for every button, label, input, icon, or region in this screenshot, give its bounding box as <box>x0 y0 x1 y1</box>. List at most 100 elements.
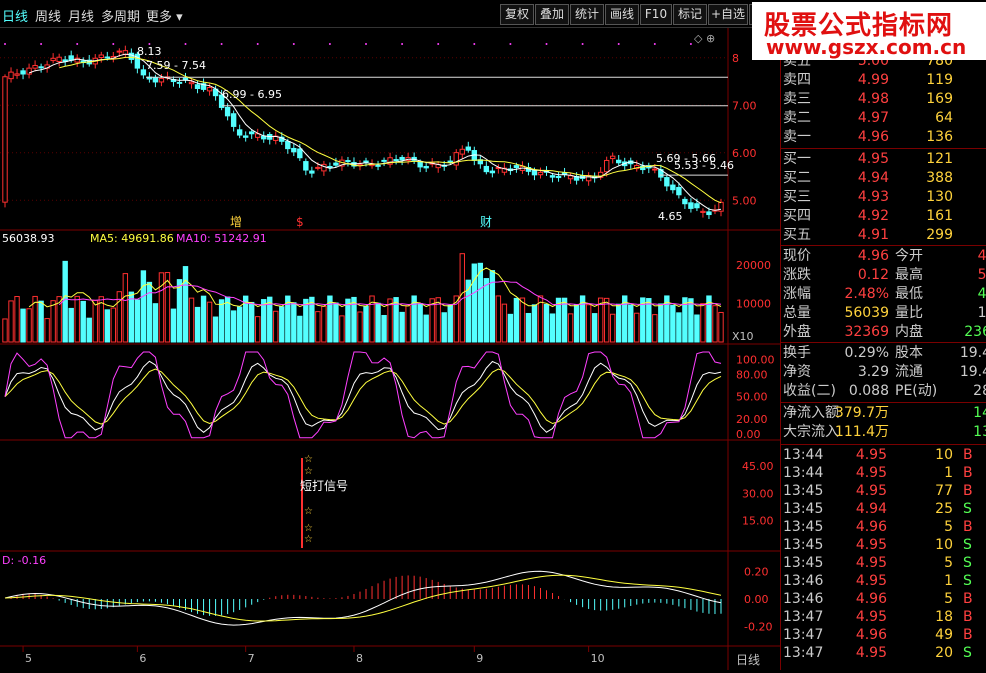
ask-row: 卖二 4.97 64 <box>781 109 986 128</box>
volume-bar <box>417 303 423 343</box>
flow-extra: 13 <box>973 424 986 440</box>
candle-body <box>417 161 423 168</box>
event-dot <box>437 43 440 45</box>
volume-bar <box>230 310 237 343</box>
signal-star-icon: ☆ <box>304 454 313 465</box>
volume-bar <box>603 297 610 343</box>
volume-bar <box>74 295 80 343</box>
candle-body <box>14 73 20 76</box>
menu-weekly[interactable]: 周线 <box>35 6 61 25</box>
volume-bar <box>628 304 634 343</box>
chart-area[interactable]: ☆ ☆ ☆ ☆ ☆ 8 7.00 6.00 5.00 20000 10000 100.00 80.00… <box>0 28 780 670</box>
legend-volume: 56038.93 <box>2 232 55 245</box>
volume-bar <box>297 315 303 343</box>
candle-body <box>38 66 44 69</box>
signal-y-tick: 15.00 <box>742 515 774 528</box>
volume-bar <box>206 301 213 343</box>
stat-row: 涨幅 2.48% 最低 4. <box>781 285 986 304</box>
bid-volume: 130 <box>926 189 953 205</box>
stat-value-2: 5. <box>977 267 986 283</box>
ask-label: 卖二 <box>783 110 811 126</box>
stat-value: 56039 <box>844 305 889 321</box>
volume-bar <box>646 298 652 343</box>
stat-value: 0.12 <box>857 267 889 283</box>
tick-row: 13:47 4.95 20 S <box>781 644 986 663</box>
signal-star-icon: ☆ <box>304 506 313 517</box>
volume-bar <box>86 317 92 343</box>
stat-value-2: 4. <box>977 286 986 302</box>
bid-price: 4.92 <box>857 208 889 224</box>
tick-row: 13:45 4.95 5 S <box>781 554 986 573</box>
bid-row: 买五 4.91 299 <box>781 226 986 245</box>
volume-bar <box>591 313 598 343</box>
stat-row: 现价 4.96 今开 4. <box>781 247 986 266</box>
event-dot <box>581 43 584 45</box>
candle-body <box>531 169 538 176</box>
ask-volume: 64 <box>935 110 953 126</box>
volume-bar <box>471 263 478 343</box>
button-statistics[interactable]: 统计 <box>570 4 604 25</box>
volume-bar <box>501 303 508 343</box>
button-mark[interactable]: 标记 <box>673 4 707 25</box>
label-low: 4.65 <box>658 210 683 223</box>
menu-daily[interactable]: 日线 <box>2 6 28 25</box>
tick-row: 13:46 4.95 1 S <box>781 572 986 591</box>
tick-time: 13:45 <box>783 519 824 535</box>
menu-multi-period[interactable]: 多周期 <box>101 6 140 25</box>
menu-more[interactable]: 更多 ▾ <box>146 6 183 25</box>
candle-body <box>128 52 135 60</box>
button-draw-line[interactable]: 画线 <box>605 4 639 25</box>
volume-bar <box>261 299 267 343</box>
volume-y-tick: 20000 <box>736 259 771 272</box>
candle-body <box>50 57 56 62</box>
bid-label: 买四 <box>783 208 811 224</box>
candle-body <box>483 165 490 173</box>
watermark-url: www.gszx.com.cn <box>766 35 967 59</box>
button-add-favorite[interactable]: +自选 <box>708 4 748 25</box>
volume-bar <box>188 297 195 343</box>
ask-price: 4.97 <box>857 110 889 126</box>
volume-bar <box>345 298 351 343</box>
button-f10[interactable]: F10 <box>640 4 672 25</box>
volume-bar <box>218 299 225 343</box>
macd-y-tick: 0.20 <box>744 566 769 579</box>
tick-side: B <box>963 447 973 463</box>
volume-bar <box>495 295 502 343</box>
button-overlay[interactable]: 叠加 <box>535 4 569 25</box>
candle-body <box>694 203 700 209</box>
candle-body <box>399 156 405 161</box>
stat-label-2: 今开 <box>895 248 923 264</box>
bid-row: 买三 4.93 130 <box>781 188 986 207</box>
tick-time: 13:47 <box>783 645 824 661</box>
diamond-icon[interactable]: ◇ ⊕ <box>694 32 715 45</box>
candle-body <box>555 175 562 179</box>
tick-volume: 5 <box>944 555 953 571</box>
label-level1: 7.59 - 7.54 <box>146 59 206 72</box>
volume-bar <box>14 296 20 343</box>
watermark-logo: 股票公式指标网 www.gszx.com.cn <box>752 2 986 60</box>
candle-body <box>513 165 520 169</box>
ma10-line <box>59 56 722 204</box>
tick-side: B <box>963 483 973 499</box>
button-fuquan[interactable]: 复权 <box>500 4 534 25</box>
volume-bar <box>483 278 490 343</box>
event-dot <box>328 43 331 45</box>
bid-price: 4.93 <box>857 189 889 205</box>
ask-volume: 136 <box>926 129 953 145</box>
volume-bar <box>447 304 453 343</box>
tick-side: B <box>963 609 973 625</box>
event-dot <box>689 43 692 45</box>
candle-body <box>158 78 165 83</box>
signal-label: 短打信号 <box>300 479 348 493</box>
ask-row: 卖四 4.99 119 <box>781 71 986 90</box>
kline-chart-svg[interactable]: ☆☆☆☆☆ 87.006.005.002000010000100.0080.00… <box>0 28 780 670</box>
candle-body <box>393 159 399 162</box>
bid-price: 4.94 <box>857 170 889 186</box>
volume-bar <box>2 318 8 343</box>
tick-time: 13:45 <box>783 483 824 499</box>
kdj-y-tick: 0.00 <box>736 428 761 441</box>
menu-monthly[interactable]: 月线 <box>68 6 94 25</box>
flow-row: 净流入额379.7万14 <box>781 404 986 423</box>
stat-label: 总量 <box>783 305 811 321</box>
event-dot <box>365 43 368 45</box>
